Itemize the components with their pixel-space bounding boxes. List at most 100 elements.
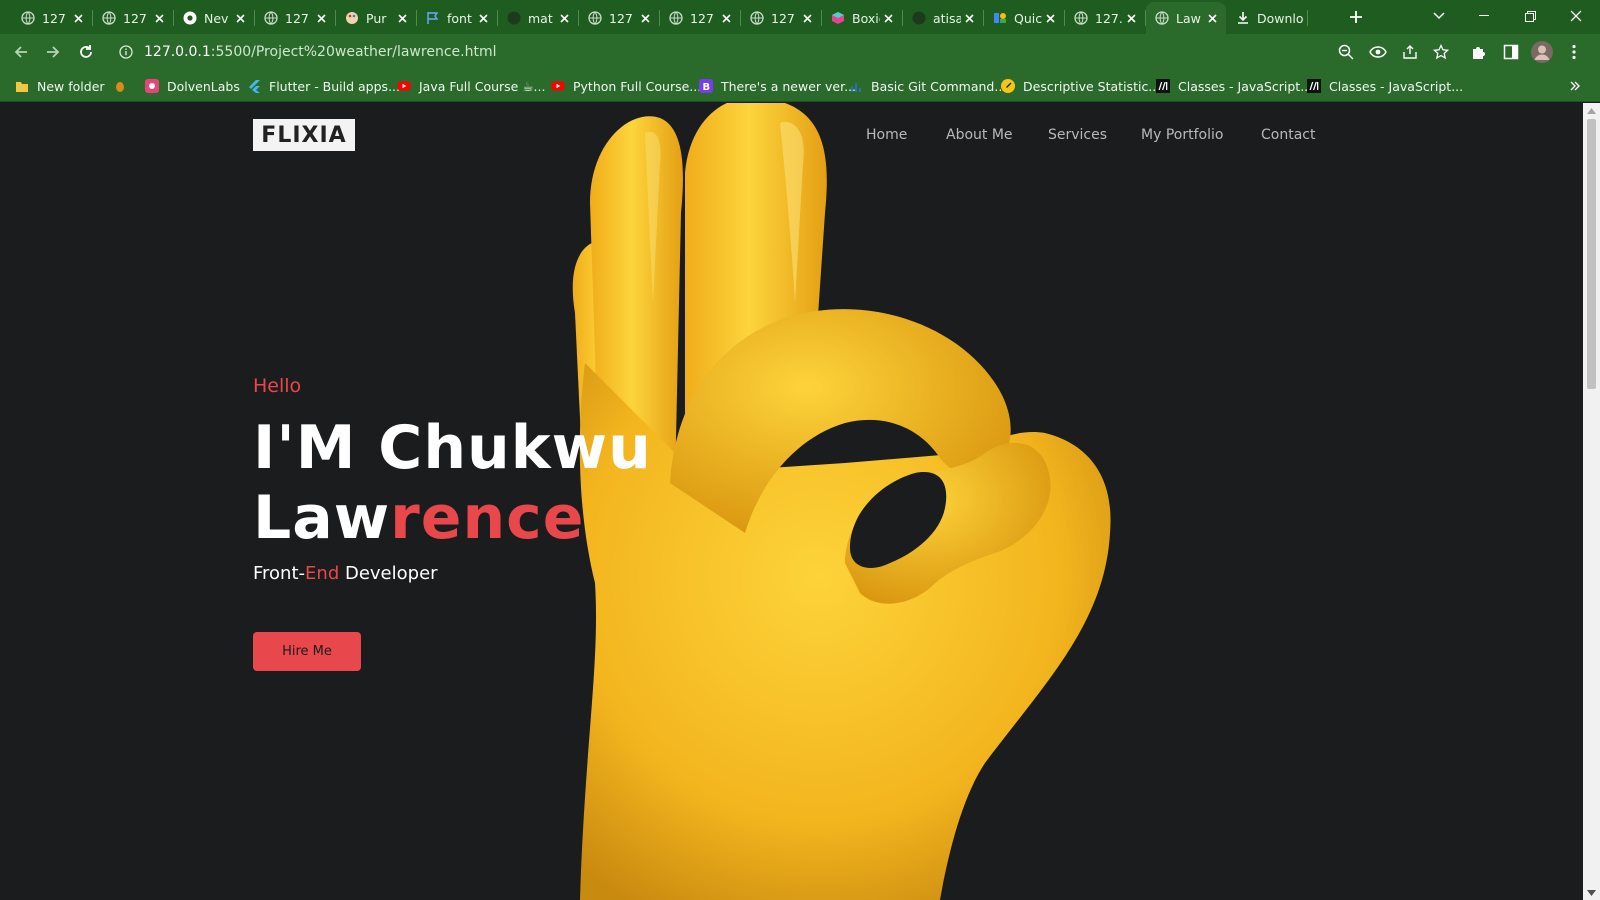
bookmark-item[interactable]: Basic Git Command...: [848, 76, 1006, 96]
browser-tab[interactable]: 127: [660, 4, 741, 32]
browser-tab[interactable]: Nev: [174, 4, 255, 32]
mdn-icon: [1306, 78, 1322, 94]
browser-tab[interactable]: atisawd: [903, 4, 984, 32]
close-tab-icon[interactable]: [718, 10, 734, 26]
browser-tab[interactable]: font: [417, 4, 498, 32]
avatar: [1531, 41, 1553, 63]
close-tab-icon[interactable]: [151, 10, 167, 26]
chevron-down-icon: [1433, 12, 1445, 20]
browser-tab[interactable]: Pur: [336, 4, 417, 32]
globe-icon: [101, 10, 117, 26]
close-tab-icon[interactable]: [232, 10, 248, 26]
bookmark-star-button[interactable]: [1429, 40, 1453, 64]
browser-tab[interactable]: Downlo: [1227, 4, 1308, 32]
double-chevron-right-icon: [1570, 81, 1580, 91]
side-panel-button[interactable]: [1499, 40, 1523, 64]
close-tab-icon[interactable]: [880, 10, 896, 26]
globe-icon: [1073, 10, 1089, 26]
bootstrap-icon: B: [698, 78, 714, 94]
bookmark-label: Flutter - Build apps...: [269, 78, 400, 94]
close-window-button[interactable]: [1553, 0, 1599, 32]
close-tab-icon[interactable]: [961, 10, 977, 26]
bookmarks-overflow-button[interactable]: [1570, 76, 1580, 96]
url-path: :5500/Project%20weather/lawrence.html: [210, 44, 497, 60]
bookmark-item[interactable]: Flutter - Build apps...: [246, 76, 400, 96]
close-tab-icon[interactable]: [394, 10, 410, 26]
close-tab-icon[interactable]: [1204, 10, 1220, 26]
browser-tab[interactable]: 127: [255, 4, 336, 32]
role-accent: End: [305, 563, 340, 584]
profile-button[interactable]: [1530, 40, 1554, 64]
tab-search-button[interactable]: [1416, 0, 1462, 32]
bookmark-item[interactable]: Classes - JavaScript...: [1155, 76, 1312, 96]
restore-button[interactable]: [1507, 0, 1553, 32]
new-tab-button[interactable]: [1344, 5, 1368, 29]
browser-tab-active[interactable]: Law: [1146, 2, 1226, 34]
close-tab-icon[interactable]: [637, 10, 653, 26]
folder-icon: [14, 78, 30, 94]
menu-button[interactable]: [1562, 40, 1586, 64]
logo-text: FLIXIA: [261, 122, 347, 148]
tab-title: 127: [771, 10, 795, 26]
minimize-button[interactable]: [1461, 0, 1507, 32]
bookmark-item[interactable]: Descriptive Statistic...: [1000, 76, 1160, 96]
reload-icon: [80, 45, 92, 58]
nav-my-portfolio[interactable]: My Portfolio: [1141, 127, 1223, 143]
bookmark-item[interactable]: [112, 76, 135, 96]
tab-title: 127: [123, 10, 147, 26]
browser-tab[interactable]: 127.0.0.: [1065, 4, 1146, 32]
bookmark-label: Classes - JavaScript...: [1178, 78, 1313, 94]
site-info-icon[interactable]: [118, 44, 134, 60]
bookmark-item[interactable]: New folder: [14, 76, 105, 96]
back-button[interactable]: [9, 40, 33, 64]
page-scrollbar[interactable]: [1583, 103, 1600, 900]
close-tab-icon[interactable]: [556, 10, 572, 26]
github-icon: [506, 10, 522, 26]
scrollbar-thumb[interactable]: [1587, 119, 1596, 389]
site-logo[interactable]: FLIXIA: [253, 119, 355, 151]
puzzle-icon: [1473, 47, 1485, 59]
tab-title: 127: [609, 10, 633, 26]
scroll-up-arrow[interactable]: [1587, 106, 1596, 115]
browser-tab[interactable]: mat: [498, 4, 579, 32]
eye-button[interactable]: [1366, 40, 1390, 64]
nav-contact[interactable]: Contact: [1261, 127, 1315, 143]
side-panel-icon: [1503, 44, 1519, 60]
bookmark-item[interactable]: Java Full Course ☕...: [396, 76, 545, 96]
extensions-button[interactable]: [1467, 40, 1491, 64]
tab-title: 127: [690, 10, 714, 26]
tab-separator: [1307, 10, 1308, 26]
google-fonts-icon: [992, 10, 1008, 26]
bookmark-item[interactable]: Classes - JavaScript...: [1306, 76, 1463, 96]
hero-name-main: Law: [253, 483, 391, 553]
hero-headline: I'M Chukwu Lawrence: [253, 413, 652, 553]
close-tab-icon[interactable]: [1123, 10, 1139, 26]
close-tab-icon[interactable]: [70, 10, 86, 26]
close-tab-icon[interactable]: [475, 10, 491, 26]
browser-tab[interactable]: Quicksa: [984, 4, 1065, 32]
close-tab-icon[interactable]: [313, 10, 329, 26]
forward-button[interactable]: [41, 40, 65, 64]
hero-name-line-1: I'M Chukwu: [253, 413, 652, 483]
browser-tab[interactable]: Boxicon: [822, 4, 903, 32]
address-bar[interactable]: 127.0.0.1:5500/Project%20weather/lawrenc…: [110, 38, 1430, 66]
zoom-button[interactable]: [1334, 40, 1358, 64]
hire-me-button[interactable]: Hire Me: [253, 632, 361, 671]
reload-button[interactable]: [74, 40, 98, 64]
browser-tab[interactable]: 127: [741, 4, 822, 32]
browser-tab[interactable]: 127: [93, 4, 174, 32]
tab-title: 127: [42, 10, 66, 26]
palette-icon: [344, 10, 360, 26]
bookmark-item[interactable]: B There's a newer ver...: [698, 76, 856, 96]
browser-tab[interactable]: 127: [12, 4, 93, 32]
scroll-down-arrow[interactable]: [1587, 888, 1596, 897]
bookmark-label: Python Full Course...: [573, 78, 702, 94]
browser-tab[interactable]: 127: [579, 4, 660, 32]
bookmark-item[interactable]: Python Full Course...: [550, 76, 701, 96]
share-button[interactable]: [1398, 40, 1422, 64]
close-icon: [1570, 10, 1582, 22]
youtube-icon: [550, 78, 566, 94]
close-tab-icon[interactable]: [799, 10, 815, 26]
bookmark-item[interactable]: DolvenLabs: [144, 76, 240, 96]
close-tab-icon[interactable]: [1042, 10, 1058, 26]
